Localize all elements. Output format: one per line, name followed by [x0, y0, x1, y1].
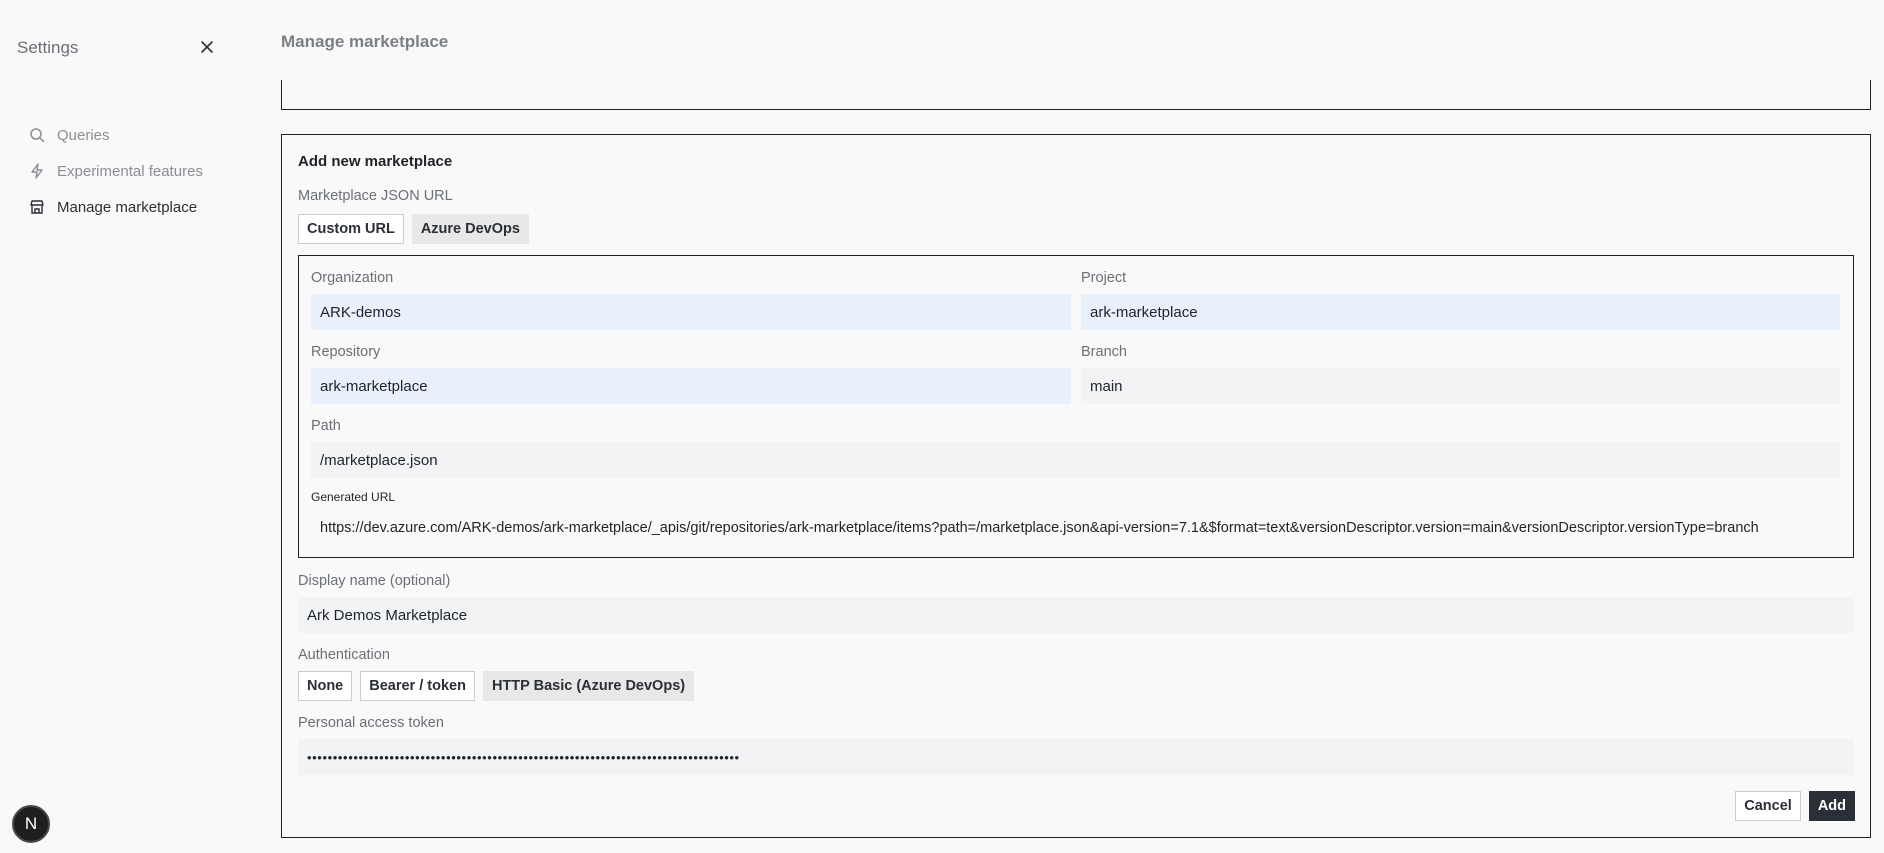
- sidebar-item-label: Experimental features: [57, 162, 203, 180]
- organization-label: Organization: [311, 270, 394, 286]
- display-name-label: Display name (optional): [298, 573, 451, 589]
- store-icon: [28, 198, 46, 216]
- search-icon: [28, 126, 46, 144]
- azure-devops-button[interactable]: Azure DevOps: [411, 214, 529, 244]
- generated-url-value: https://dev.azure.com/ARK-demos/ark-mark…: [320, 520, 1759, 536]
- path-input[interactable]: /marketplace.json: [311, 442, 1840, 478]
- avatar[interactable]: N: [12, 805, 50, 843]
- cancel-button[interactable]: Cancel: [1735, 791, 1801, 821]
- project-label: Project: [1081, 270, 1127, 286]
- auth-bearer-button[interactable]: Bearer / token: [360, 671, 475, 701]
- display-name-input[interactable]: Ark Demos Marketplace: [298, 597, 1854, 633]
- branch-label: Branch: [1081, 344, 1127, 360]
- branch-input[interactable]: main: [1081, 368, 1840, 404]
- sidebar-nav: Queries Experimental features Manage mar…: [28, 117, 238, 225]
- token-label: Personal access token: [298, 715, 444, 731]
- repository-label: Repository: [311, 344, 381, 360]
- path-label: Path: [311, 418, 341, 434]
- sidebar-item-queries[interactable]: Queries: [28, 117, 238, 153]
- lightning-icon: [28, 162, 46, 180]
- project-input[interactable]: ark-marketplace: [1081, 294, 1840, 330]
- sidebar-item-experimental-features[interactable]: Experimental features: [28, 153, 238, 189]
- card-title: Add new marketplace: [298, 153, 453, 170]
- sidebar-item-manage-marketplace[interactable]: Manage marketplace: [28, 189, 238, 225]
- generated-url-label: Generated URL: [311, 490, 396, 504]
- azure-devops-panel: Organization ARK-demos Project ark-marke…: [298, 255, 1854, 558]
- token-input[interactable]: ••••••••••••••••••••••••••••••••••••••••…: [298, 739, 1854, 775]
- close-button[interactable]: [196, 36, 218, 58]
- close-icon: [201, 41, 213, 53]
- settings-sidebar: Settings Queries Experimental features M…: [0, 0, 250, 853]
- authentication-label: Authentication: [298, 647, 390, 663]
- organization-input[interactable]: ARK-demos: [311, 294, 1071, 330]
- sidebar-item-label: Queries: [57, 126, 110, 144]
- page-title: Manage marketplace: [281, 32, 449, 51]
- sidebar-item-label: Manage marketplace: [57, 198, 198, 216]
- auth-toggle: None Bearer / token HTTP Basic (Azure De…: [298, 671, 695, 701]
- repository-input[interactable]: ark-marketplace: [311, 368, 1071, 404]
- auth-http-basic-button[interactable]: HTTP Basic (Azure DevOps): [482, 671, 695, 701]
- custom-url-button[interactable]: Custom URL: [298, 214, 404, 244]
- add-marketplace-card: Add new marketplace Marketplace JSON URL…: [281, 134, 1871, 838]
- previous-section-box: [281, 80, 1871, 110]
- sidebar-title: Settings: [17, 38, 79, 57]
- json-url-label: Marketplace JSON URL: [298, 188, 453, 204]
- add-button[interactable]: Add: [1808, 791, 1855, 821]
- form-actions: Cancel Add: [1735, 791, 1855, 821]
- auth-none-button[interactable]: None: [298, 671, 353, 701]
- source-toggle: Custom URL Azure DevOps: [298, 214, 529, 244]
